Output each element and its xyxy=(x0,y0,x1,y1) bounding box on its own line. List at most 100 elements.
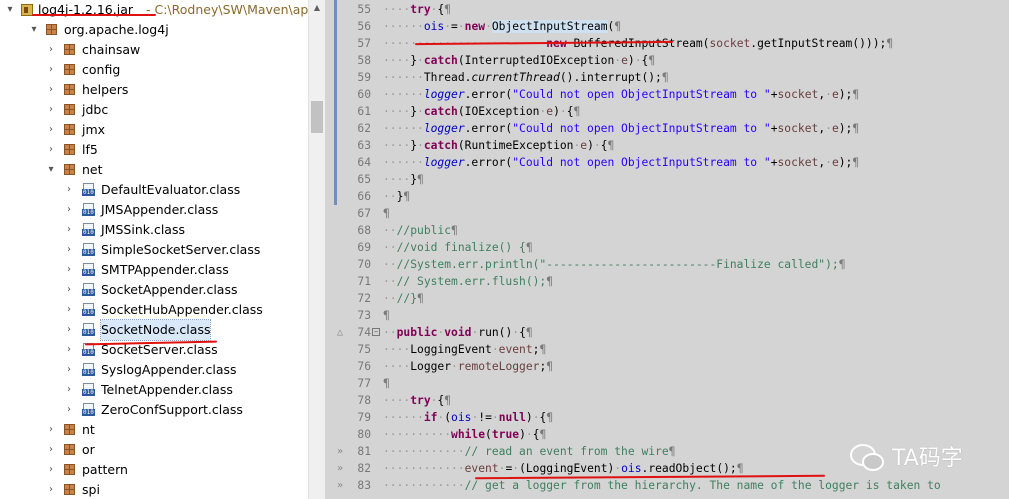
code-text: ····try·{¶ xyxy=(383,394,452,407)
collapse-chevron-icon[interactable]: ▾ xyxy=(29,20,39,40)
expand-chevron-icon[interactable]: › xyxy=(46,60,56,80)
code-line[interactable]: 68 ··//public¶ xyxy=(325,222,1009,239)
expand-chevron-icon[interactable]: › xyxy=(64,180,74,200)
code-line[interactable]: 72 ··//}¶ xyxy=(325,290,1009,307)
code-line[interactable]: 65 ····}¶ xyxy=(325,171,1009,188)
code-line[interactable]: △ 74− ··public·void·run()·{¶ xyxy=(325,324,1009,341)
code-line[interactable]: 75 ····LoggingEvent·event;¶ xyxy=(325,341,1009,358)
expand-chevron-icon[interactable]: › xyxy=(64,280,74,300)
tree-scrollbar[interactable]: ▲ xyxy=(308,0,325,499)
code-line[interactable]: 66 ··}¶ xyxy=(325,188,1009,205)
line-number: 59 xyxy=(357,71,371,84)
line-number: 63 xyxy=(357,139,371,152)
class-label: JMSSink.class xyxy=(101,222,185,237)
watermark-text: TA码字 xyxy=(892,446,963,471)
package-label: jdbc xyxy=(82,102,109,117)
code-line[interactable]: 70 ··//System.err.println("--------------… xyxy=(325,256,1009,273)
expand-chevron-icon[interactable]: › xyxy=(64,360,74,380)
expand-chevron-icon[interactable]: › xyxy=(64,400,74,420)
expand-chevron-icon[interactable]: › xyxy=(46,460,56,480)
code-line[interactable]: 71 ··// System.err.flush();¶ xyxy=(325,273,1009,290)
code-line[interactable]: » 83 ············// get a logger from the … xyxy=(325,477,1009,494)
package-label: config xyxy=(82,62,121,77)
code-line[interactable]: 77 ¶ xyxy=(325,375,1009,392)
code-text: ······logger.error("Could not open Objec… xyxy=(383,122,860,135)
line-number: 56 xyxy=(357,20,371,33)
line-number: 61 xyxy=(357,105,371,118)
code-line[interactable]: 73 ¶ xyxy=(325,307,1009,324)
code-editor[interactable]: 55 ····try·{¶ 56 ······ois·=·new·ObjectInpu… xyxy=(325,0,1009,499)
expand-chevron-icon[interactable]: › xyxy=(46,80,56,100)
jar-name: log4j-1.2.16.jar xyxy=(38,2,133,17)
code-text: ··//void finalize() {¶ xyxy=(383,241,533,254)
package-icon xyxy=(64,84,75,95)
expand-chevron-icon[interactable]: › xyxy=(64,240,74,260)
expand-chevron-icon[interactable]: › xyxy=(64,260,74,280)
code-text: ····try·{¶ xyxy=(383,3,452,16)
collapse-chevron-icon[interactable]: ▾ xyxy=(5,0,15,20)
class-label: ZeroConfSupport.class xyxy=(101,402,243,417)
expand-chevron-icon[interactable]: › xyxy=(64,320,74,340)
code-line[interactable]: 60 ······logger.error("Could not open Obj… xyxy=(325,86,1009,103)
package-icon xyxy=(64,144,75,155)
code-line[interactable]: 78 ····try·{¶ xyxy=(325,392,1009,409)
class-label: SimpleSocketServer.class xyxy=(101,242,261,257)
line-number: 57 xyxy=(357,37,371,50)
expand-chevron-icon[interactable]: › xyxy=(64,300,74,320)
expand-chevron-icon[interactable]: › xyxy=(46,100,56,120)
scrollbar-thumb[interactable] xyxy=(311,101,323,133)
expand-chevron-icon[interactable]: › xyxy=(46,140,56,160)
line-number: 74 xyxy=(357,326,371,339)
expand-chevron-icon[interactable]: › xyxy=(46,120,56,140)
expand-chevron-icon[interactable]: › xyxy=(46,40,56,60)
jar-path: - C:\Rodney\SW\Maven\apach xyxy=(146,2,308,17)
code-line[interactable]: 59 ······Thread.currentThread().interrupt… xyxy=(325,69,1009,86)
code-line[interactable]: 64 ······logger.error("Could not open Obj… xyxy=(325,154,1009,171)
tree-row-jar[interactable]: ▾ log4j-1.2.16.jar - C:\Rodney\SW\Maven\… xyxy=(0,0,308,20)
code-line[interactable]: 63 ····}·catch(RuntimeException·e)·{¶ xyxy=(325,137,1009,154)
code-line[interactable]: 67 ¶ xyxy=(325,205,1009,222)
class-label: SocketNode.class xyxy=(99,319,212,341)
package-icon xyxy=(64,164,75,175)
expand-chevron-icon[interactable]: › xyxy=(46,420,56,440)
package-icon xyxy=(46,24,57,35)
code-text: ··//}¶ xyxy=(383,292,424,305)
code-text: ······Thread.currentThread().interrupt()… xyxy=(383,71,669,84)
code-text: ············event·=·(LoggingEvent)·ois.r… xyxy=(383,462,744,475)
line-number: 76 xyxy=(357,360,371,373)
code-text: ··//public¶ xyxy=(383,224,458,237)
code-line[interactable]: 55 ····try·{¶ xyxy=(325,1,1009,18)
code-line[interactable]: 79 ······if·(ois·!=·null)·{¶ xyxy=(325,409,1009,426)
expand-chevron-icon[interactable]: › xyxy=(46,480,56,499)
code-text: ······logger.error("Could not open Objec… xyxy=(383,156,860,169)
package-label: pattern xyxy=(82,462,128,477)
line-number: 67 xyxy=(357,207,371,220)
expand-chevron-icon[interactable]: › xyxy=(64,340,74,360)
collapse-chevron-icon[interactable]: ▾ xyxy=(46,160,56,180)
code-text: ····}·catch(RuntimeException·e)·{¶ xyxy=(383,139,615,152)
line-number: 78 xyxy=(357,394,371,407)
code-line[interactable]: 58 ····}·catch(InterruptedIOException·e)·… xyxy=(325,52,1009,69)
expand-chevron-icon[interactable]: › xyxy=(64,200,74,220)
class-file-icon: 010 xyxy=(82,363,96,377)
code-line[interactable]: 56 ······ois·=·new·ObjectInputStream(¶ xyxy=(325,18,1009,35)
code-text: ······logger.error("Could not open Objec… xyxy=(383,88,860,101)
line-number: 71 xyxy=(357,275,371,288)
fold-toggle-icon[interactable]: − xyxy=(372,328,380,336)
expand-chevron-icon[interactable]: › xyxy=(46,440,56,460)
expand-chevron-icon[interactable]: › xyxy=(64,380,74,400)
code-line[interactable]: 69 ··//void finalize() {¶ xyxy=(325,239,1009,256)
package-label: chainsaw xyxy=(82,42,141,57)
class-label: SocketHubAppender.class xyxy=(101,302,263,317)
line-number: 58 xyxy=(357,54,371,67)
code-line[interactable]: 62 ······logger.error("Could not open Obj… xyxy=(325,120,1009,137)
code-text: ······if·(ois·!=·null)·{¶ xyxy=(383,411,554,424)
package-label: jmx xyxy=(82,122,106,137)
code-line[interactable]: 61 ····}·catch(IOException·e)·{¶ xyxy=(325,103,1009,120)
expand-chevron-icon[interactable]: › xyxy=(64,220,74,240)
code-text: ··}¶ xyxy=(383,190,411,203)
code-line[interactable]: 76 ····Logger·remoteLogger;¶ xyxy=(325,358,1009,375)
package-explorer-tree: ▾ log4j-1.2.16.jar - C:\Rodney\SW\Maven\… xyxy=(0,0,308,499)
package-label: spi xyxy=(82,482,100,497)
scroll-up-arrow-icon[interactable]: ▲ xyxy=(309,0,325,16)
